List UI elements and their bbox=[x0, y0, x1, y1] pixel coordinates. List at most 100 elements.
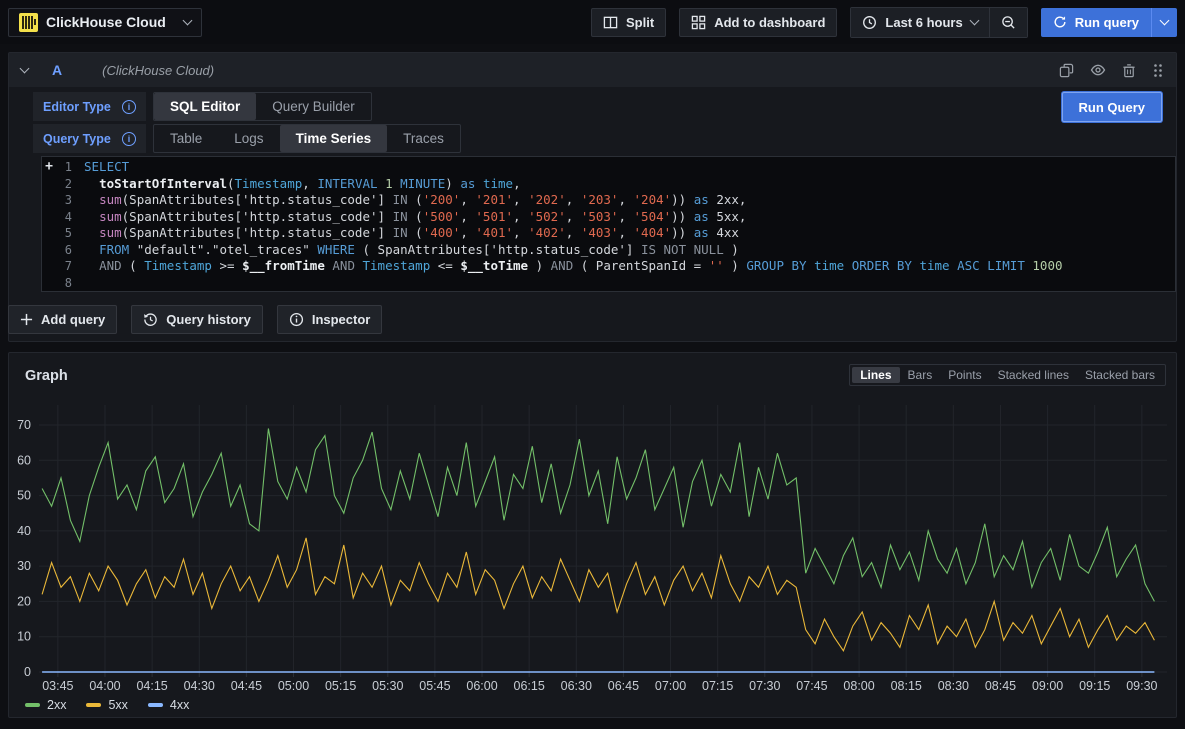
code-text: AND ( Timestamp >= $__fromTime AND Times… bbox=[84, 258, 1175, 275]
plus-icon bbox=[20, 313, 33, 326]
display-mode-option-lines[interactable]: Lines bbox=[852, 367, 899, 383]
delete-query-button[interactable] bbox=[1122, 63, 1136, 78]
query-footer-buttons: Add query Query history Inspector bbox=[8, 305, 382, 334]
legend-item-5xx[interactable]: 5xx bbox=[86, 698, 127, 712]
run-query-dropdown-button[interactable] bbox=[1151, 8, 1177, 37]
inspector-button[interactable]: Inspector bbox=[277, 305, 383, 334]
code-gutter: +8 bbox=[42, 275, 84, 292]
code-gutter: +5 bbox=[42, 225, 84, 242]
graph-panel: Graph LinesBarsPointsStacked linesStacke… bbox=[8, 352, 1177, 718]
query-type-label-text: Query Type bbox=[43, 132, 111, 146]
legend-label: 4xx bbox=[170, 698, 189, 712]
trash-icon bbox=[1122, 63, 1136, 78]
code-text: toStartOfInterval(Timestamp, INTERVAL 1 … bbox=[84, 176, 1175, 193]
legend-label: 2xx bbox=[47, 698, 66, 712]
code-line[interactable]: +3 sum(SpanAttributes['http.status_code'… bbox=[42, 192, 1175, 209]
svg-text:60: 60 bbox=[17, 453, 31, 467]
code-line[interactable]: +4 sum(SpanAttributes['http.status_code'… bbox=[42, 209, 1175, 226]
display-mode-option-stacked-lines[interactable]: Stacked lines bbox=[990, 367, 1077, 383]
time-range-label: Last 6 hours bbox=[885, 15, 962, 30]
svg-text:05:15: 05:15 bbox=[325, 679, 356, 693]
svg-text:40: 40 bbox=[17, 524, 31, 538]
collapse-chevron-icon[interactable] bbox=[20, 64, 30, 74]
copy-icon bbox=[1059, 63, 1074, 78]
code-gutter: +2 bbox=[42, 176, 84, 193]
line-number: 2 bbox=[56, 176, 84, 193]
svg-text:08:45: 08:45 bbox=[985, 679, 1016, 693]
zoom-out-icon bbox=[1001, 15, 1016, 30]
editor-type-row: Editor Type i SQL EditorQuery Builder bbox=[33, 92, 372, 121]
code-text: FROM "default"."otel_traces" WHERE ( Spa… bbox=[84, 242, 1175, 259]
svg-text:08:15: 08:15 bbox=[891, 679, 922, 693]
drag-handle[interactable] bbox=[1152, 63, 1164, 78]
time-range-button[interactable]: Last 6 hours bbox=[851, 8, 988, 37]
add-to-dashboard-label: Add to dashboard bbox=[714, 15, 825, 30]
code-line[interactable]: +8 bbox=[42, 275, 1175, 292]
add-query-button[interactable]: Add query bbox=[8, 305, 117, 334]
run-query-topbar-button[interactable]: Run query bbox=[1041, 8, 1151, 37]
code-line[interactable]: +1SELECT bbox=[42, 159, 1175, 176]
svg-text:09:30: 09:30 bbox=[1126, 679, 1157, 693]
svg-text:04:30: 04:30 bbox=[184, 679, 215, 693]
tab-query-builder[interactable]: Query Builder bbox=[256, 93, 371, 120]
toggle-visibility-button[interactable] bbox=[1090, 62, 1106, 78]
tab-sql-editor[interactable]: SQL Editor bbox=[154, 93, 256, 120]
svg-text:04:45: 04:45 bbox=[231, 679, 262, 693]
code-line[interactable]: +6 FROM "default"."otel_traces" WHERE ( … bbox=[42, 242, 1175, 259]
legend-color-chip bbox=[25, 703, 40, 707]
svg-text:09:00: 09:00 bbox=[1032, 679, 1063, 693]
svg-text:05:30: 05:30 bbox=[372, 679, 403, 693]
topbar: ClickHouse Cloud Split Add to dashboard … bbox=[0, 0, 1185, 44]
code-text: sum(SpanAttributes['http.status_code'] I… bbox=[84, 209, 1175, 226]
tab-time-series[interactable]: Time Series bbox=[280, 125, 388, 152]
display-mode-option-points[interactable]: Points bbox=[940, 367, 989, 383]
svg-text:05:00: 05:00 bbox=[278, 679, 309, 693]
add-to-dashboard-button[interactable]: Add to dashboard bbox=[679, 8, 837, 37]
query-datasource-hint: (ClickHouse Cloud) bbox=[102, 63, 214, 78]
zoom-out-button[interactable] bbox=[989, 8, 1027, 37]
tab-traces[interactable]: Traces bbox=[387, 125, 460, 152]
svg-text:08:00: 08:00 bbox=[843, 679, 874, 693]
svg-text:07:15: 07:15 bbox=[702, 679, 733, 693]
split-button[interactable]: Split bbox=[591, 8, 666, 37]
svg-text:08:30: 08:30 bbox=[938, 679, 969, 693]
query-history-label: Query history bbox=[166, 312, 251, 327]
legend-item-4xx[interactable]: 4xx bbox=[148, 698, 189, 712]
code-text: sum(SpanAttributes['http.status_code'] I… bbox=[84, 192, 1175, 209]
duplicate-query-button[interactable] bbox=[1059, 63, 1074, 78]
timeseries-chart[interactable]: 01020304050607003:4504:0004:1504:3004:45… bbox=[9, 393, 1176, 693]
code-line[interactable]: +2 toStartOfInterval(Timestamp, INTERVAL… bbox=[42, 176, 1175, 193]
legend-color-chip bbox=[86, 703, 101, 707]
sql-editor[interactable]: +1SELECT+2 toStartOfInterval(Timestamp, … bbox=[41, 156, 1176, 292]
query-type-tabs: TableLogsTime SeriesTraces bbox=[153, 124, 461, 153]
info-icon[interactable]: i bbox=[122, 132, 136, 146]
code-line[interactable]: +7 AND ( Timestamp >= $__fromTime AND Ti… bbox=[42, 258, 1175, 275]
svg-text:06:30: 06:30 bbox=[561, 679, 592, 693]
run-query-button[interactable]: Run Query bbox=[1062, 92, 1162, 122]
tab-logs[interactable]: Logs bbox=[218, 125, 279, 152]
code-line[interactable]: +5 sum(SpanAttributes['http.status_code'… bbox=[42, 225, 1175, 242]
legend-item-2xx[interactable]: 2xx bbox=[25, 698, 66, 712]
svg-text:04:15: 04:15 bbox=[136, 679, 167, 693]
clock-icon bbox=[862, 15, 877, 30]
info-icon[interactable]: i bbox=[122, 100, 136, 114]
query-history-button[interactable]: Query history bbox=[131, 305, 263, 334]
series-line-2xx bbox=[42, 429, 1154, 602]
query-header: A (ClickHouse Cloud) bbox=[9, 53, 1176, 87]
display-mode-option-bars[interactable]: Bars bbox=[900, 367, 941, 383]
display-mode-option-stacked-bars[interactable]: Stacked bars bbox=[1077, 367, 1163, 383]
svg-text:04:00: 04:00 bbox=[89, 679, 120, 693]
tab-table[interactable]: Table bbox=[154, 125, 218, 152]
svg-text:50: 50 bbox=[17, 489, 31, 503]
datasource-picker[interactable]: ClickHouse Cloud bbox=[8, 8, 202, 37]
line-number: 7 bbox=[56, 258, 84, 275]
code-text bbox=[84, 275, 1175, 292]
run-query-topbar-label: Run query bbox=[1075, 15, 1139, 30]
svg-text:09:15: 09:15 bbox=[1079, 679, 1110, 693]
line-number: 4 bbox=[56, 209, 84, 226]
line-number: 5 bbox=[56, 225, 84, 242]
line-number: 6 bbox=[56, 242, 84, 259]
chevron-down-icon bbox=[969, 16, 979, 26]
svg-text:07:30: 07:30 bbox=[749, 679, 780, 693]
split-label: Split bbox=[626, 15, 654, 30]
